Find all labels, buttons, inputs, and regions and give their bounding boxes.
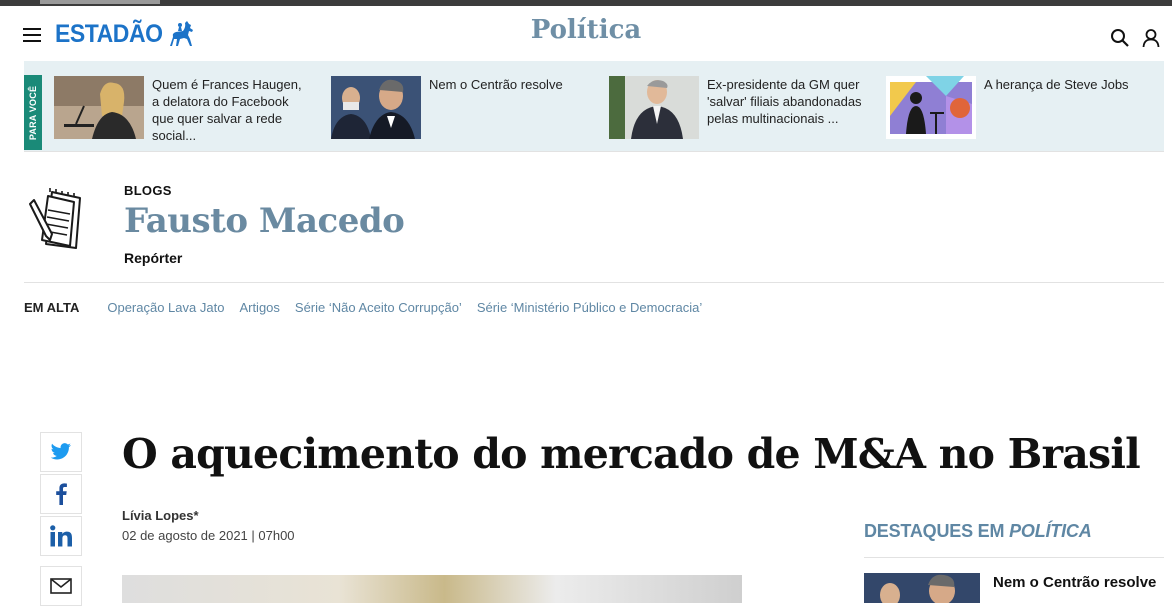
trending-link-artigos[interactable]: Artigos	[239, 300, 279, 315]
steve-jobs-thumbnail	[886, 76, 976, 139]
article-title: O aquecimento do mercado de M&A no Brasi…	[122, 430, 1141, 478]
highlight-headline[interactable]: Nem o Centrão resolve	[993, 574, 1156, 591]
for-you-item[interactable]: Quem é Frances Haugen, a delatora do Fac…	[54, 76, 312, 144]
gm-thumbnail	[609, 76, 699, 139]
for-you-label: PARA VOCÊ	[28, 85, 38, 140]
article-date: 02 de agosto de 2021 | 07h00	[122, 528, 295, 543]
blogs-label[interactable]: BLOGS	[124, 183, 172, 198]
centrao-thumbnail	[331, 76, 421, 139]
frances-haugen-thumbnail	[54, 76, 144, 139]
trending-link-lava-jato[interactable]: Operação Lava Jato	[107, 300, 224, 315]
for-you-item-text: Nem o Centrão resolve	[429, 77, 563, 92]
highlights-prefix: DESTAQUES EM	[864, 521, 1010, 541]
share-email-button[interactable]	[40, 566, 82, 606]
highlight-thumbnail[interactable]	[864, 573, 980, 603]
linkedin-icon	[50, 525, 72, 547]
blog-title[interactable]: Fausto Macedo	[124, 201, 405, 241]
site-header: ESTADÃO Política	[0, 6, 1172, 61]
twitter-icon	[50, 443, 71, 460]
strip-thumb	[40, 0, 160, 4]
divider	[864, 557, 1164, 558]
share-facebook-button[interactable]	[40, 474, 82, 514]
trending-label: EM ALTA	[24, 300, 80, 315]
for-you-tab: PARA VOCÊ	[24, 75, 42, 150]
for-you-item[interactable]: Ex-presidente da GM quer 'salvar' filiai…	[609, 76, 867, 139]
search-icon[interactable]	[1110, 28, 1130, 48]
highlights-title: DESTAQUES EM POLÍTICA	[864, 521, 1092, 542]
user-icon[interactable]	[1141, 28, 1161, 48]
article-hero-image	[122, 575, 742, 603]
for-you-item[interactable]: A herança de Steve Jobs	[886, 76, 1144, 139]
trending-link-nao-aceito-corrupcao[interactable]: Série ‘Não Aceito Corrupção’	[295, 300, 462, 315]
article-author[interactable]: Lívia Lopes*	[122, 508, 199, 523]
facebook-icon	[56, 483, 67, 505]
blog-role: Repórter	[124, 250, 183, 266]
trending-bar: EM ALTA Operação Lava Jato Artigos Série…	[24, 300, 717, 315]
divider	[24, 282, 1164, 283]
for-you-item-text: Quem é Frances Haugen, a delatora do Fac…	[152, 77, 302, 143]
for-you-item-text: A herança de Steve Jobs	[984, 77, 1129, 92]
section-title[interactable]: Política	[0, 15, 1172, 45]
highlights-section[interactable]: POLÍTICA	[1009, 521, 1092, 541]
for-you-bar: PARA VOCÊ Quem é Frances Haugen, a delat…	[24, 61, 1164, 151]
trending-link-ministerio-publico[interactable]: Série ‘Ministério Público e Democracia’	[477, 300, 702, 315]
for-you-item-text: Ex-presidente da GM quer 'salvar' filiai…	[707, 77, 862, 126]
notepad-icon	[28, 186, 92, 252]
share-linkedin-button[interactable]	[40, 516, 82, 556]
share-twitter-button[interactable]	[40, 432, 82, 472]
for-you-item[interactable]: Nem o Centrão resolve	[331, 76, 589, 139]
divider	[24, 151, 1164, 152]
email-icon	[50, 578, 72, 594]
